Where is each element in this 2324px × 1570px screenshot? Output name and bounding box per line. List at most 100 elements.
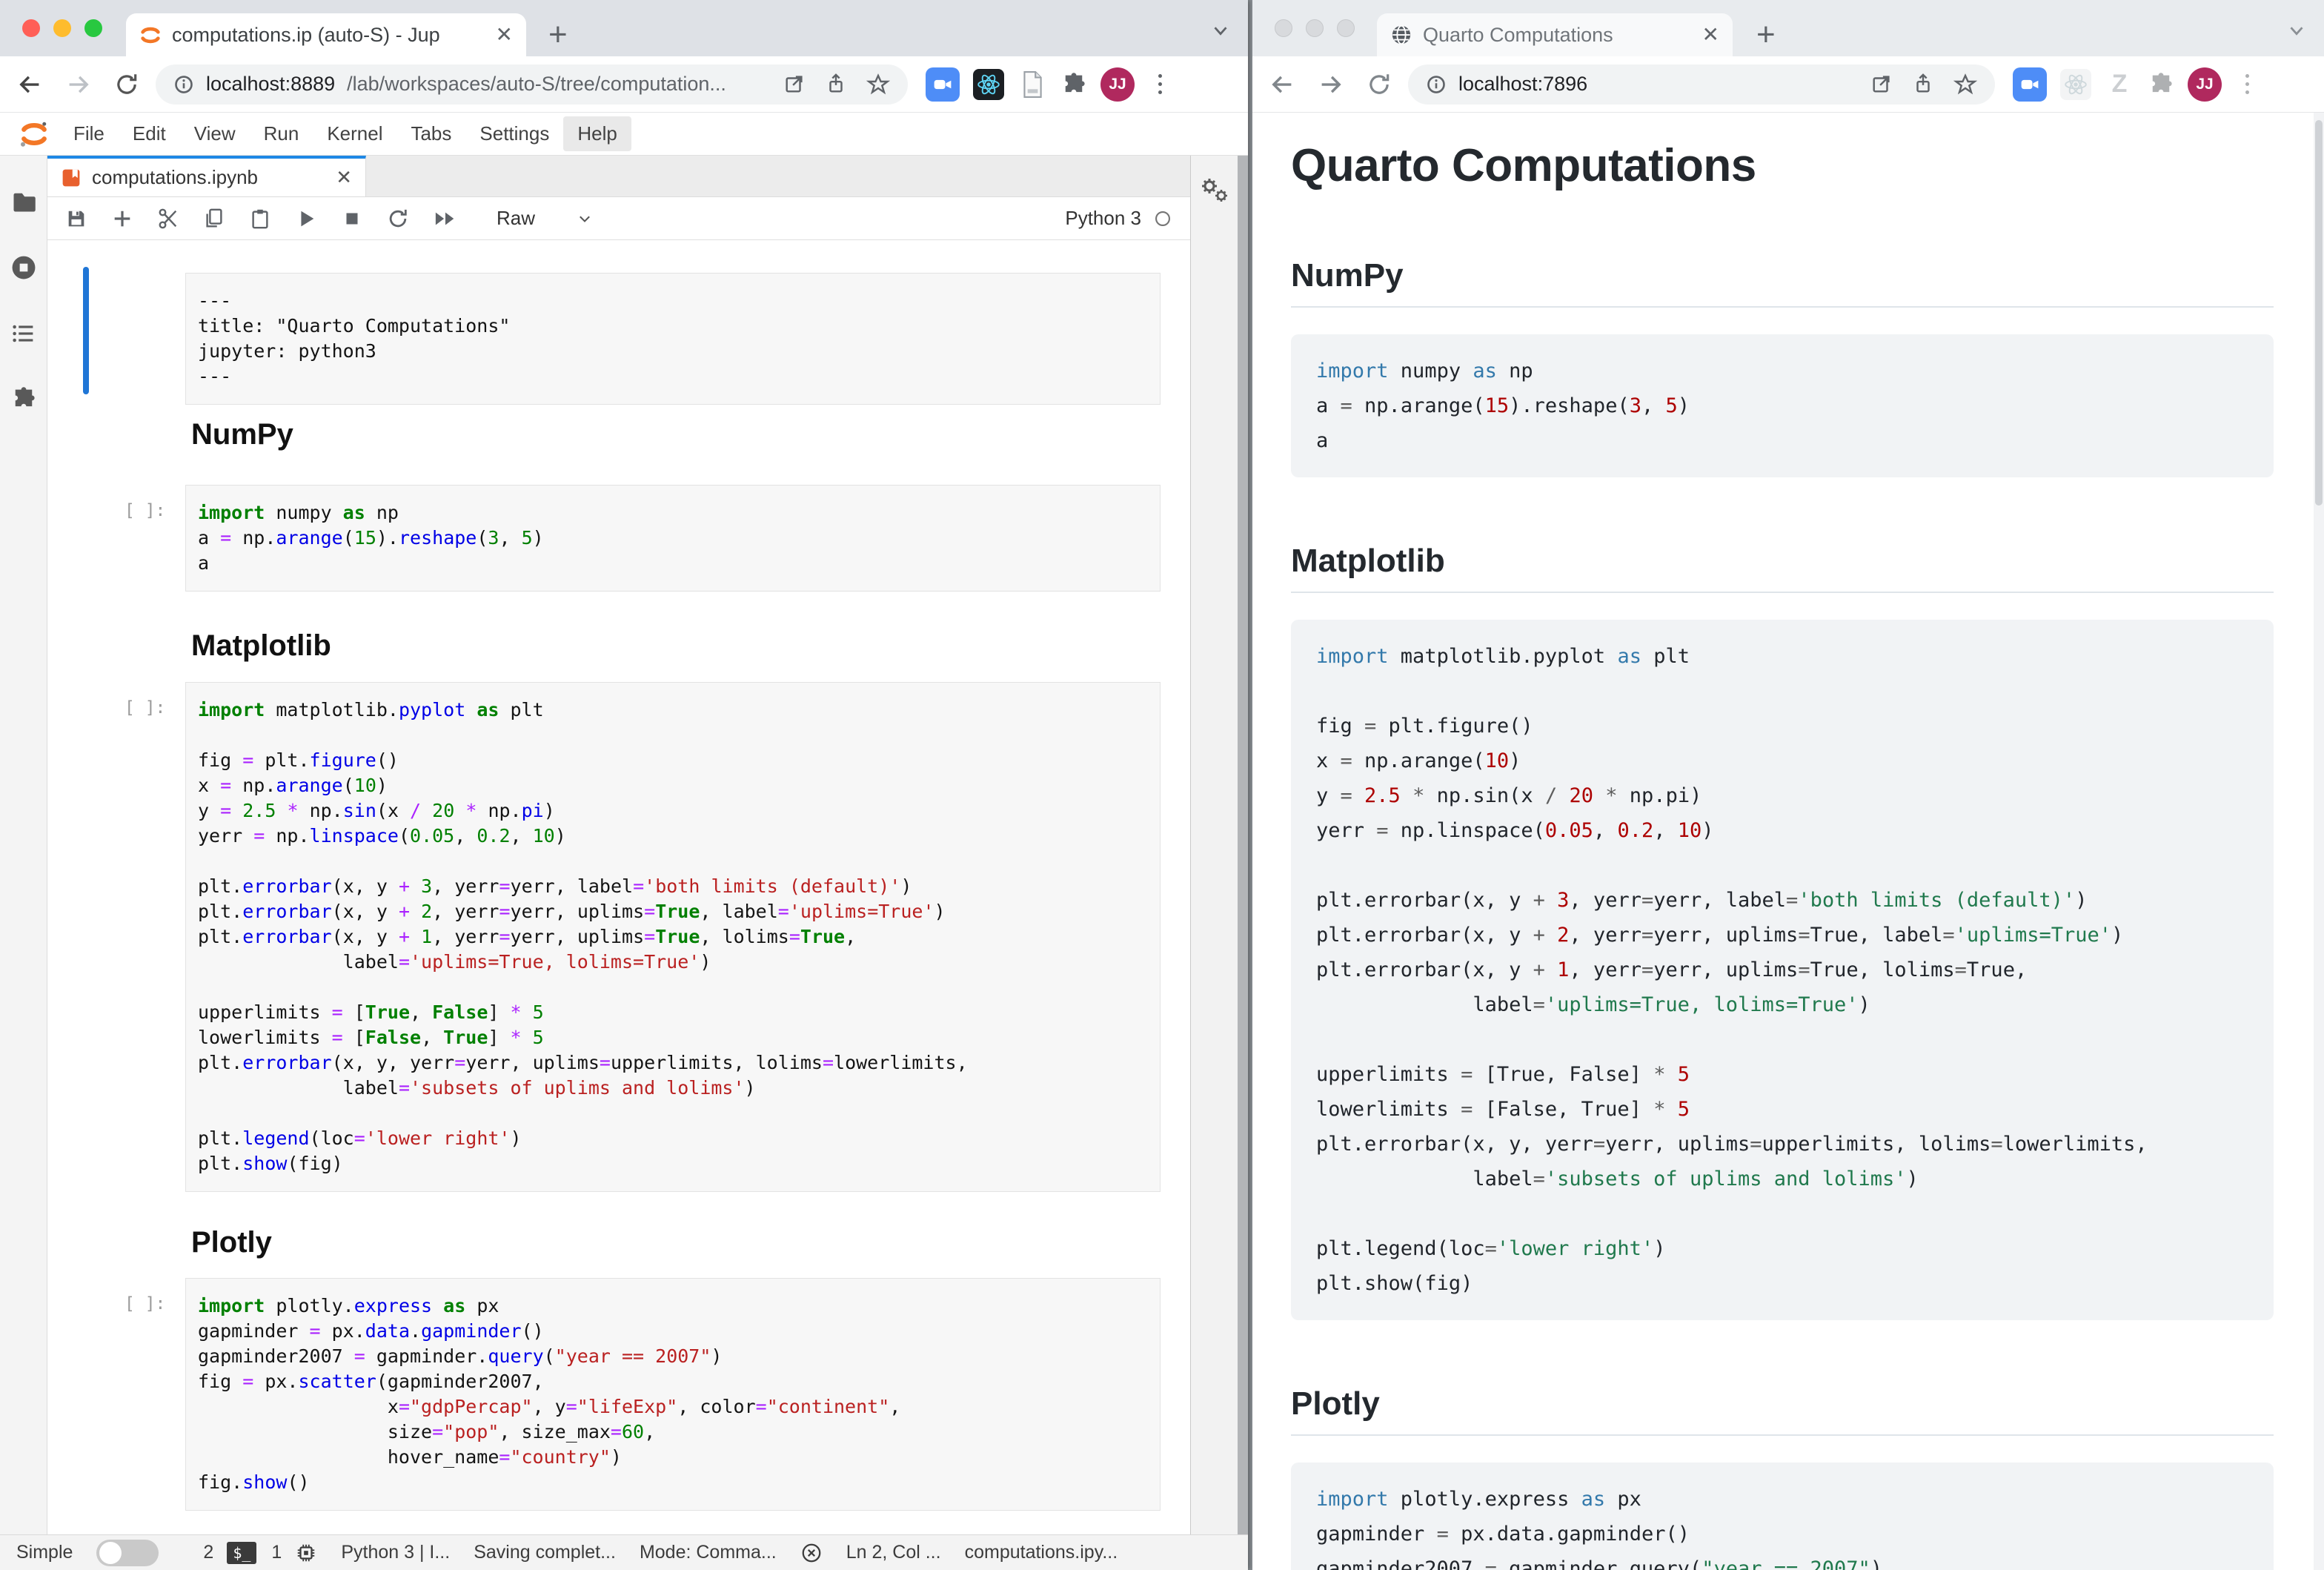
notebook-cells-area[interactable]: ---title: "Quarto Computations"jupyter: …	[47, 240, 1190, 1534]
bookmark-star-icon[interactable]	[1953, 73, 1977, 96]
interrupt-kernel-button[interactable]	[341, 208, 363, 230]
terminal-icon[interactable]: $_	[227, 1542, 256, 1564]
restart-run-all-button[interactable]	[433, 208, 458, 230]
mode-indicator[interactable]: Mode: Comma...	[640, 1542, 777, 1563]
new-tab-button[interactable]: +	[548, 16, 568, 53]
restart-kernel-button[interactable]	[387, 208, 409, 230]
maximize-window-button[interactable]	[84, 19, 102, 37]
notebook-panel: computations.ipynb ✕	[47, 156, 1190, 1534]
notebook-file-tab[interactable]: computations.ipynb ✕	[47, 156, 366, 196]
trust-shield-icon[interactable]	[800, 1542, 823, 1564]
document-tabbar: computations.ipynb ✕	[47, 156, 1190, 197]
traffic-lights	[22, 19, 102, 37]
raw-cell[interactable]: ---title: "Quarto Computations"jupyter: …	[185, 273, 1161, 405]
forward-button[interactable]	[65, 71, 92, 98]
reload-button[interactable]	[114, 72, 139, 97]
profile-avatar[interactable]: JJ	[1100, 67, 1135, 102]
react-devtools-extension-icon[interactable]	[2060, 69, 2091, 100]
z-extension-icon[interactable]: Z	[2105, 68, 2134, 101]
numpy-code-block: import numpy as npa = np.arange(15).resh…	[1291, 334, 2274, 477]
menu-edit[interactable]: Edit	[119, 116, 180, 151]
run-cell-button[interactable]	[295, 208, 317, 230]
minimize-window-button[interactable]	[53, 19, 71, 37]
menu-kernel[interactable]: Kernel	[313, 116, 396, 151]
extension-manager-icon[interactable]	[10, 385, 37, 412]
close-window-button[interactable]	[22, 19, 40, 37]
chrome-menu-icon[interactable]	[2240, 74, 2255, 94]
numpy-code-cell[interactable]: import numpy as npa = np.arange(15).resh…	[185, 485, 1161, 592]
maximize-window-button[interactable]	[1337, 19, 1355, 37]
cell-prompt: [ ]:	[124, 1294, 181, 1314]
url-host: localhost:7896	[1458, 73, 1587, 96]
zoom-extension-icon[interactable]	[2013, 67, 2047, 102]
paste-cell-button[interactable]	[249, 208, 271, 230]
url-host: localhost:8889	[206, 73, 335, 96]
page-scrollbar[interactable]	[2314, 113, 2324, 1570]
chevron-down-icon[interactable]	[2285, 19, 2308, 42]
property-inspector-gears-icon[interactable]	[1198, 176, 1231, 1534]
running-kernels-icon[interactable]	[10, 254, 38, 282]
open-in-window-icon[interactable]	[1870, 73, 1893, 96]
menu-view[interactable]: View	[180, 116, 250, 151]
react-devtools-extension-icon[interactable]	[973, 69, 1004, 100]
copy-cell-button[interactable]	[203, 208, 225, 230]
menu-settings[interactable]: Settings	[465, 116, 563, 151]
close-window-button[interactable]	[1275, 19, 1292, 37]
kernel-chip-icon[interactable]	[295, 1542, 317, 1564]
notebook-file-icon	[61, 168, 82, 188]
selected-cell-bar[interactable]	[83, 267, 89, 394]
cell-type-dropdown[interactable]: Raw	[497, 207, 593, 230]
share-icon[interactable]	[1912, 73, 1934, 96]
back-button[interactable]	[1269, 71, 1295, 98]
menu-file[interactable]: File	[59, 116, 119, 151]
plotly-code-cell[interactable]: import plotly.express as pxgapminder = p…	[185, 1278, 1161, 1511]
jupyter-favicon-icon	[139, 24, 162, 46]
new-tab-button[interactable]: +	[1756, 16, 1776, 53]
browser-tabstrip: Quarto Computations ✕ +	[1252, 0, 2324, 56]
back-button[interactable]	[16, 71, 43, 98]
line-col-indicator[interactable]: Ln 2, Col ...	[846, 1542, 941, 1563]
file-browser-icon[interactable]	[10, 188, 37, 215]
simple-mode-label: Simple	[16, 1542, 73, 1563]
cell-prompt: [ ]:	[124, 501, 181, 520]
add-cell-button[interactable]	[111, 208, 133, 230]
share-icon[interactable]	[825, 73, 847, 96]
site-info-icon[interactable]	[173, 74, 194, 95]
kernel-status-text[interactable]: Python 3 | I...	[341, 1542, 450, 1563]
menu-tabs[interactable]: Tabs	[396, 116, 465, 151]
browser-tab-title: Quarto Computations	[1423, 24, 1692, 47]
save-button[interactable]	[65, 208, 87, 230]
extensions-puzzle-icon[interactable]	[1060, 71, 1087, 98]
browser-tab[interactable]: computations.ip (auto-S) - Jup ✕	[126, 13, 526, 56]
table-of-contents-icon[interactable]	[10, 320, 37, 347]
close-notebook-tab-icon[interactable]: ✕	[336, 166, 352, 189]
terminals-count: 2	[203, 1542, 213, 1563]
address-bar[interactable]: localhost:7896	[1408, 64, 1995, 105]
forward-button[interactable]	[1318, 71, 1344, 98]
minimize-window-button[interactable]	[1306, 19, 1324, 37]
address-bar[interactable]: localhost:8889 /lab/workspaces/auto-S/tr…	[156, 64, 908, 105]
close-tab-icon[interactable]: ✕	[496, 24, 513, 45]
scrollbar-thumb[interactable]	[2315, 120, 2323, 506]
extensions-puzzle-icon[interactable]	[2148, 71, 2174, 98]
chrome-menu-icon[interactable]	[1152, 74, 1168, 94]
bookmark-star-icon[interactable]	[866, 73, 890, 96]
open-in-window-icon[interactable]	[783, 73, 806, 96]
chevron-down-icon[interactable]	[1209, 19, 1232, 42]
simple-mode-toggle[interactable]	[96, 1540, 159, 1566]
close-tab-icon[interactable]: ✕	[1702, 24, 1719, 45]
jupyter-right-sidebar	[1190, 156, 1238, 1534]
cut-cell-button[interactable]	[157, 208, 179, 230]
site-info-icon[interactable]	[1426, 74, 1447, 95]
kernel-indicator[interactable]: Python 3	[1065, 207, 1172, 230]
kernel-name: Python 3	[1065, 207, 1141, 230]
browser-tab[interactable]: Quarto Computations ✕	[1377, 13, 1733, 56]
reload-button[interactable]	[1367, 72, 1392, 97]
zoom-extension-icon[interactable]	[926, 67, 960, 102]
menu-run[interactable]: Run	[250, 116, 313, 151]
traffic-lights	[1275, 19, 1355, 37]
document-extension-icon[interactable]	[1017, 68, 1047, 101]
profile-avatar[interactable]: JJ	[2188, 67, 2222, 102]
menu-help[interactable]: Help	[563, 116, 631, 151]
matplotlib-code-cell[interactable]: import matplotlib.pyplot as plt fig = pl…	[185, 682, 1161, 1192]
